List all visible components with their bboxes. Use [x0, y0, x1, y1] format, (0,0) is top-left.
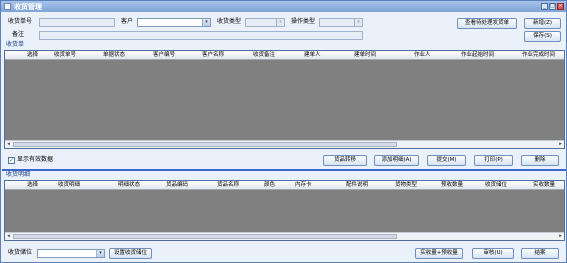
location-label: 收货储位 — [8, 249, 33, 256]
chevron-down-icon[interactable]: ▾ — [354, 19, 362, 26]
actual-plus-pre-button[interactable]: 实收量+预收量 — [415, 248, 463, 259]
operation-type-combo[interactable]: ▾ — [319, 18, 363, 27]
app-icon — [4, 3, 11, 10]
col-header[interactable]: 预收数量 — [441, 182, 463, 189]
col-header[interactable]: 收货备注 — [253, 52, 275, 59]
details-grid: 选择 收货明细 明细状态 货品编码 货品名称 颜色 内存卡 配件说明 货物类型 … — [4, 180, 565, 241]
location-combo[interactable]: ▾ — [37, 249, 105, 258]
customer-combo[interactable]: ▾ — [137, 18, 211, 27]
close-button[interactable]: × — [557, 3, 564, 10]
scroll-right-icon[interactable]: ▸ — [557, 141, 564, 148]
col-header[interactable]: 收货储位 — [485, 182, 507, 189]
remark-field[interactable] — [39, 31, 363, 40]
col-header[interactable]: 建单时间 — [354, 52, 376, 59]
orders-grid: 选择 收货单号 单据状态 客户编号 客户名称 收货备注 建单人 建单时间 作业人… — [4, 50, 565, 149]
receipt-type-combo[interactable]: ▾ — [245, 18, 285, 27]
col-header[interactable]: 颜色 — [264, 182, 275, 189]
col-header[interactable]: 客户编号 — [153, 52, 175, 59]
details-grid-header: 选择 收货明细 明细状态 货品编码 货品名称 颜色 内存卡 配件说明 货物类型 … — [5, 181, 564, 190]
restore-button[interactable]: □ — [549, 3, 556, 10]
view-pending-button[interactable]: 查看待处理发货单 — [457, 18, 517, 29]
col-header[interactable]: 收货单号 — [54, 52, 76, 59]
remark-label: 备注 — [12, 31, 25, 38]
col-header[interactable]: 货品编码 — [166, 182, 188, 189]
show-valid-checkbox[interactable]: ✓ — [8, 157, 15, 164]
orders-section-title: 收货单 — [6, 41, 25, 48]
add-detail-button[interactable]: 添加明细(A) — [374, 155, 419, 166]
order-no-field[interactable] — [39, 18, 115, 27]
minimize-button[interactable]: _ — [541, 3, 548, 10]
show-valid-label: 显示有效数据 — [17, 156, 54, 163]
orders-horizontal-scrollbar[interactable]: ◂ ▸ — [5, 140, 564, 148]
save-button[interactable]: 保存(S) — [524, 31, 561, 42]
col-header[interactable]: 作业起始时间 — [461, 52, 494, 59]
col-header[interactable]: 选择 — [27, 52, 38, 59]
chevron-down-icon[interactable]: ▾ — [276, 19, 284, 26]
submit-button[interactable]: 提交(M) — [427, 155, 466, 166]
col-header[interactable]: 明细状态 — [118, 182, 140, 189]
chevron-down-icon[interactable]: ▾ — [96, 250, 104, 257]
col-header[interactable]: 配件说明 — [346, 182, 368, 189]
col-header[interactable]: 收货明细 — [58, 182, 80, 189]
col-header[interactable]: 客户名称 — [202, 52, 224, 59]
new-button[interactable]: 新增(Z) — [524, 18, 561, 29]
scroll-left-icon[interactable]: ◂ — [5, 233, 12, 240]
customer-label: 客户 — [121, 18, 134, 25]
section-divider — [2, 169, 566, 171]
review-button[interactable]: 审核(U) — [472, 248, 514, 259]
finish-button[interactable]: 结案 — [521, 248, 559, 259]
col-header[interactable]: 单据状态 — [103, 52, 125, 59]
col-header[interactable]: 实收数量 — [533, 182, 555, 189]
title-bar: 收货管理 _ □ × — [1, 1, 566, 12]
delete-button[interactable]: 删除 — [521, 155, 559, 166]
scroll-thumb[interactable] — [13, 234, 397, 239]
col-header[interactable]: 选择 — [27, 182, 38, 189]
col-header[interactable]: 作业人 — [414, 52, 431, 59]
set-location-button[interactable]: 设置收货储位 — [109, 248, 152, 259]
window-title: 收货管理 — [14, 3, 42, 11]
col-header[interactable]: 内存卡 — [295, 182, 312, 189]
scroll-thumb[interactable] — [13, 142, 397, 147]
print-button[interactable]: 打印(P) — [474, 155, 513, 166]
col-header[interactable]: 货品名称 — [217, 182, 239, 189]
scroll-right-icon[interactable]: ▸ — [557, 233, 564, 240]
chevron-down-icon[interactable]: ▾ — [202, 19, 210, 26]
col-header[interactable]: 作业完成时间 — [522, 52, 555, 59]
col-header[interactable]: 建单人 — [304, 52, 321, 59]
scroll-left-icon[interactable]: ◂ — [5, 141, 12, 148]
details-section-title: 收货明细 — [6, 171, 31, 178]
orders-grid-header: 选择 收货单号 单据状态 客户编号 客户名称 收货备注 建单人 建单时间 作业人… — [5, 51, 564, 60]
receipt-type-label: 收货类型 — [217, 18, 242, 25]
operation-type-label: 操作类型 — [291, 18, 316, 25]
col-header[interactable]: 货物类型 — [395, 182, 417, 189]
app-window: 收货管理 _ □ × 收货单号 客户 ▾ 收货类型 ▾ 操作类型 ▾ 查看待处理… — [0, 0, 567, 263]
goods-transfer-button[interactable]: 货品转移 — [323, 155, 367, 166]
details-horizontal-scrollbar[interactable]: ◂ ▸ — [5, 232, 564, 240]
order-no-label: 收货单号 — [8, 18, 33, 25]
